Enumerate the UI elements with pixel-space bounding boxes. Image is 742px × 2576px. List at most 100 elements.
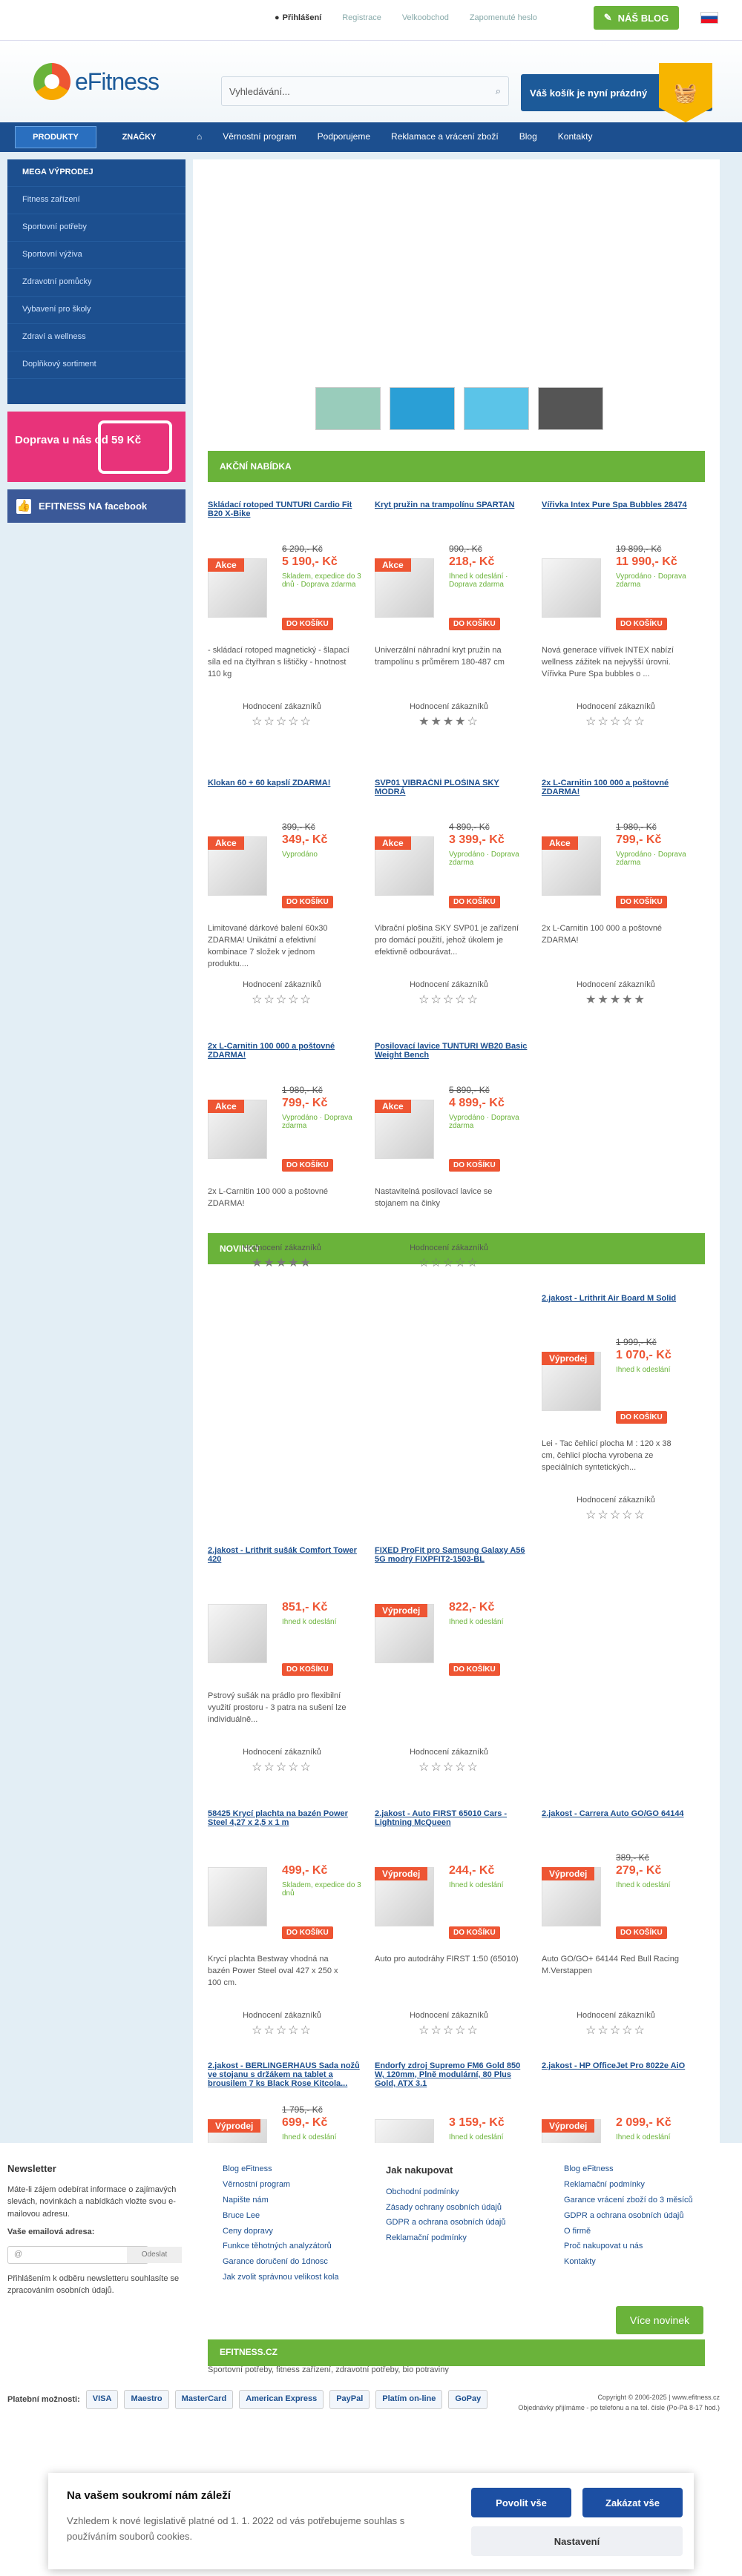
footer-link[interactable]: Kontakty [564,2254,727,2270]
sidebar-item-mega-sale[interactable]: MEGA VÝPRODEJ [7,159,186,187]
home-icon[interactable]: ⌂ [197,131,202,142]
login-link[interactable]: ● Přihlášení [275,13,321,22]
nav-link-contacts[interactable]: Kontakty [558,131,593,142]
sidebar-item-wellness[interactable]: Zdraví a wellness [7,324,186,351]
footer-link[interactable]: Bruce Lee [223,2208,386,2224]
footer-link[interactable]: Funkce těhotných analyzátorů [223,2239,386,2254]
footer-link[interactable]: Blog eFitness [564,2161,727,2177]
add-to-cart-button[interactable]: DO KOŠÍKU [616,1411,667,1424]
facebook-banner[interactable]: 👍 EFITNESS NA facebook [7,489,186,523]
sidebar-item-health-aids[interactable]: Zdravotní pomůcky [7,269,186,297]
product-title[interactable]: Posilovací lavice TUNTURI WB20 Basic Wei… [375,1042,531,1069]
nav-link-loyalty[interactable]: Věrnostní program [223,131,296,142]
footer-link[interactable]: GDPR a ochrana osobních údajů [564,2208,727,2224]
product-card[interactable]: 2x L-Carnitin 100 000 a poštovné ZDARMA!… [208,1042,364,1287]
add-to-cart-button[interactable]: DO KOŠÍKU [616,1926,667,1939]
add-to-cart-button[interactable]: DO KOŠÍKU [449,1663,500,1676]
sidebar-item-sport[interactable]: Sportovní potřeby [7,214,186,242]
product-card[interactable]: Klokan 60 + 60 kapslí ZDARMA! Akce 399,- K… [208,779,364,1023]
product-title[interactable]: Klokan 60 + 60 kapslí ZDARMA! [208,779,364,805]
product-title[interactable]: 2.jakost - BERLINGERHAUS Sada nožů ve st… [208,2061,364,2088]
cart-button[interactable]: Váš košík je nyní prázdný 🧺 [521,63,712,122]
product-title[interactable]: 2x L-Carnitin 100 000 a poštovné ZDARMA! [208,1042,364,1069]
product-card[interactable]: FIXED ProFit pro Samsung Galaxy A56 5G m… [375,1546,531,1791]
product-title[interactable]: Skládací rotoped TUNTURI Cardio Fit B20 … [208,501,364,527]
forgot-password-link[interactable]: Zapomenuté heslo [470,13,537,22]
sidebar-item-nutrition[interactable]: Sportovní výživa [7,242,186,269]
slider-thumb[interactable] [315,387,381,430]
footer-link[interactable]: Zásady ochrany osobních údajů [386,2200,549,2216]
product-card[interactable]: 58425 Krycí plachta na bazén Power Steel… [208,1809,364,2054]
product-title[interactable]: Endorfy zdroj Supremo FM6 Gold 850 W, 12… [375,2061,531,2088]
more-news-button[interactable]: Více novinek [616,2306,703,2334]
product-image[interactable] [542,558,601,618]
product-card[interactable]: 2.jakost - Carrera Auto GO/GO 64144 Výpro… [542,1809,697,2054]
product-card[interactable]: 2x L-Carnitin 100 000 a poštovné ZDARMA!… [542,779,697,1023]
add-to-cart-button[interactable]: DO KOŠÍKU [616,618,667,630]
product-image[interactable] [208,1604,267,1663]
product-card[interactable]: 2.jakost - Lrithrit sušák Comfort Tower … [208,1546,364,1791]
product-card[interactable]: Skládací rotoped TUNTURI Cardio Fit B20 … [208,501,364,745]
slider-thumb[interactable] [538,387,603,430]
footer-link[interactable]: Obchodní podmínky [386,2184,549,2200]
add-to-cart-button[interactable]: DO KOŠÍKU [449,1159,500,1172]
product-title[interactable]: 2.jakost - Carrera Auto GO/GO 64144 [542,1809,697,1836]
newsletter-submit-button[interactable]: Odeslat [127,2246,182,2263]
tab-brands[interactable]: ZNAČKY [96,126,182,148]
slider-thumb[interactable] [464,387,529,430]
add-to-cart-button[interactable]: DO KOŠÍKU [282,1926,333,1939]
footer-link[interactable]: Proč nakupovat u nás [564,2239,727,2254]
footer-link[interactable]: Věrnostní program [223,2177,386,2193]
add-to-cart-button[interactable]: DO KOŠÍKU [449,618,500,630]
nav-link-support[interactable]: Podporujeme [318,131,370,142]
product-title[interactable]: 2x L-Carnitin 100 000 a poštovné ZDARMA! [542,779,697,805]
cookie-reject-all-button[interactable]: Zakázat vše [582,2488,683,2517]
add-to-cart-button[interactable]: DO KOŠÍKU [449,1926,500,1939]
nav-link-blog[interactable]: Blog [519,131,537,142]
footer-link[interactable]: Blog eFitness [223,2161,386,2177]
sidebar-item-fitness[interactable]: Fitness zařízení [7,187,186,214]
product-title[interactable]: 58425 Krycí plachta na bazén Power Steel… [208,1809,364,1836]
product-card[interactable]: Posilovací lavice TUNTURI WB20 Basic Wei… [375,1042,531,1287]
add-to-cart-button[interactable]: DO KOŠÍKU [282,618,333,630]
add-to-cart-button[interactable]: DO KOŠÍKU [282,1663,333,1676]
sidebar-item-other[interactable]: Doplňkový sortiment [7,351,186,379]
logo[interactable]: eFitness [33,63,160,100]
nav-link-returns[interactable]: Reklamace a vrácení zboží [391,131,499,142]
product-title[interactable]: Kryt pružin na trampolínu SPARTAN [375,501,531,527]
product-title[interactable]: 2.jakost - Lrithrit Air Board M Solid [542,1294,697,1321]
add-to-cart-button[interactable]: DO KOŠÍKU [282,896,333,908]
product-title[interactable]: 2.jakost - Auto FIRST 65010 Cars - Light… [375,1809,531,1836]
product-title[interactable]: Vířivka Intex Pure Spa Bubbles 28474 [542,501,697,527]
shipping-banner[interactable]: Doprava u nás od 59 Kč [7,412,186,482]
footer-link[interactable]: Ceny dopravy [223,2224,386,2239]
sidebar-item-schools[interactable]: Vybavení pro školy [7,297,186,324]
product-card[interactable]: 2.jakost - Lrithrit Air Board M Solid Výp… [542,1294,697,1539]
footer-link[interactable]: GDPR a ochrana osobních údajů [386,2215,549,2230]
product-card[interactable]: Kryt pružin na trampolínu SPARTAN Akce 990… [375,501,531,745]
footer-link[interactable]: Garance doručení do 1dnosc [223,2254,386,2270]
product-title[interactable]: 2.jakost - HP OfficeJet Pro 8022e AiO [542,2061,697,2088]
product-card[interactable]: 2.jakost - Auto FIRST 65010 Cars - Light… [375,1809,531,2054]
add-to-cart-button[interactable]: DO KOŠÍKU [282,1159,333,1172]
product-title[interactable]: FIXED ProFit pro Samsung Galaxy A56 5G m… [375,1546,531,1573]
product-title[interactable]: SVP01 VIBRAČNÍ PLOŠINA SKY MODRÁ [375,779,531,805]
footer-link[interactable]: Reklamační podmínky [386,2230,549,2246]
footer-link[interactable]: O firmě [564,2224,727,2239]
product-title[interactable]: 2.jakost - Lrithrit sušák Comfort Tower … [208,1546,364,1573]
footer-link[interactable]: Napište nám [223,2193,386,2208]
tab-products[interactable]: PRODUKTY [15,126,96,148]
cookie-settings-button[interactable]: Nastavení [471,2526,683,2556]
product-card[interactable]: SVP01 VIBRAČNÍ PLOŠINA SKY MODRÁ Akce 4 89… [375,779,531,1023]
search-icon[interactable]: ⌕ [496,85,501,97]
slider-thumb[interactable] [390,387,455,430]
email-field[interactable]: @ Odeslat [7,2245,182,2264]
blog-button[interactable]: ✎ NÁŠ BLOG [594,6,679,30]
language-flag-icon[interactable] [700,12,718,24]
footer-link[interactable]: Jak zvolit správnou velikost kola [223,2270,386,2285]
product-image[interactable] [208,1867,267,1926]
register-link[interactable]: Registrace [342,13,381,22]
wholesale-link[interactable]: Velkoobchod [402,13,449,22]
cookie-allow-all-button[interactable]: Povolit vše [471,2488,571,2517]
footer-link[interactable]: Garance vrácení zboží do 3 měsíců [564,2193,727,2208]
